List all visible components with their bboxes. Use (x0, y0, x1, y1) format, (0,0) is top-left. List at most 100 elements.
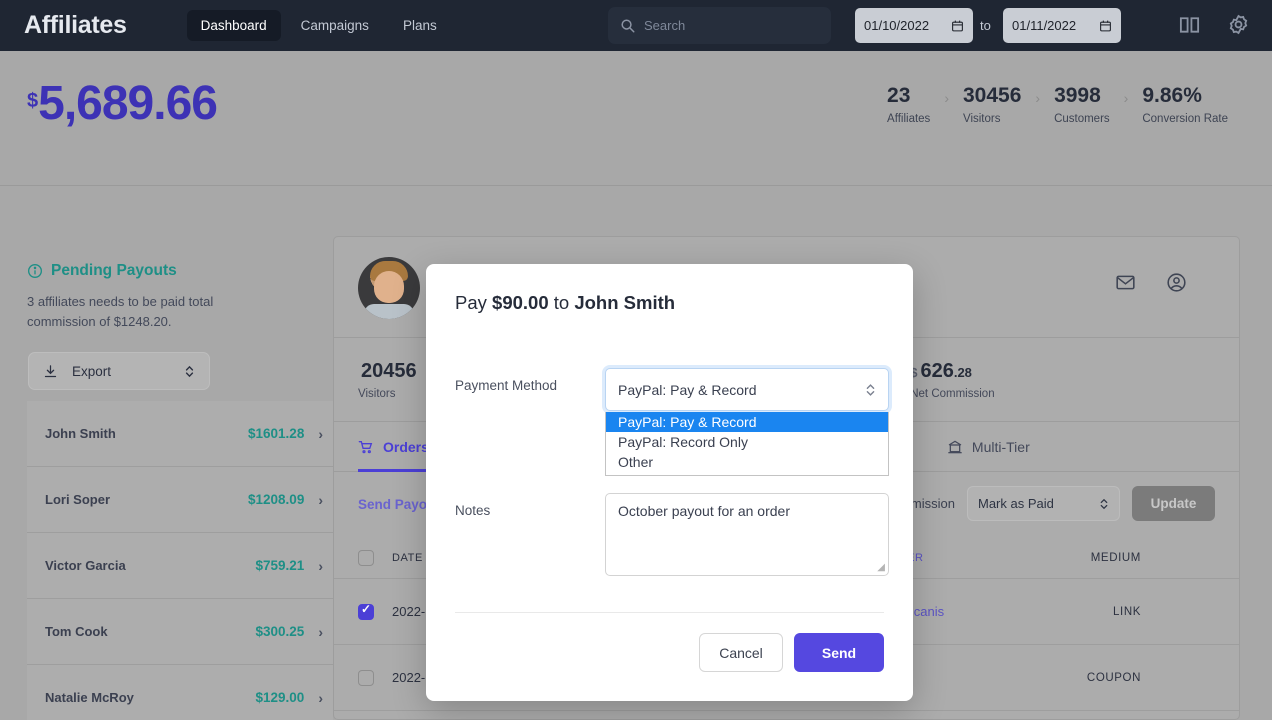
chevron-right-icon: › (318, 623, 323, 640)
mail-icon[interactable] (1115, 272, 1136, 293)
stat-net-commission: $626.28 Net Commission (910, 360, 1020, 400)
kpi-customers: 3998 Customers (1040, 84, 1124, 125)
export-label: Export (72, 363, 112, 379)
chevron-updown-icon (865, 382, 876, 398)
mark-as-paid-value: Mark as Paid (978, 496, 1054, 511)
chevron-updown-icon (184, 364, 195, 379)
book-icon[interactable] (1178, 13, 1201, 36)
cart-icon (358, 439, 374, 455)
pending-payouts-label: Pending Payouts (51, 262, 177, 279)
list-item[interactable]: Tom Cook $300.25 › (27, 599, 333, 665)
list-item[interactable]: Lori Soper $1208.09 › (27, 467, 333, 533)
nav-link-plans[interactable]: Plans (389, 10, 451, 41)
option-paypal-record-only[interactable]: PayPal: Record Only (606, 432, 888, 452)
chevron-right-icon: › (318, 425, 323, 442)
modal-title-prefix: Pay (455, 292, 493, 313)
payment-method-select-wrapper: PayPal: Pay & Record PayPal: Pay & Recor… (605, 368, 889, 476)
download-icon (43, 364, 58, 379)
row-checkbox[interactable] (358, 602, 374, 620)
stat-value: $626.28 (910, 360, 994, 383)
calendar-icon (951, 19, 964, 33)
chevron-right-icon: › (318, 689, 323, 706)
payment-method-select[interactable]: PayPal: Pay & Record (605, 368, 889, 411)
cancel-button[interactable]: Cancel (699, 633, 783, 672)
avatar-face (374, 271, 404, 303)
bulk-actions: Commission Mark as Paid Update (883, 486, 1215, 521)
mark-as-paid-select[interactable]: Mark as Paid (967, 486, 1120, 521)
payout-amount: $1601.28 (248, 426, 305, 441)
calendar-icon (1099, 19, 1112, 33)
list-item[interactable]: John Smith $1601.28 › (27, 401, 333, 467)
payout-amount: $300.25 (255, 624, 305, 639)
option-paypal-pay-and-record[interactable]: PayPal: Pay & Record (606, 412, 888, 432)
export-button[interactable]: Export (28, 352, 210, 390)
stat-label: Net Commission (910, 387, 995, 400)
payout-name: Natalie McRoy (45, 690, 134, 705)
modal-title: Pay $90.00 to John Smith (455, 292, 675, 314)
kpi-value: 3998 (1054, 84, 1101, 107)
payout-list: John Smith $1601.28 › Lori Soper $1208.0… (27, 401, 333, 720)
summary-bar: $ 5,689.66 35.94% of Total Revenue 23 Af… (0, 51, 1272, 199)
tab-orders[interactable]: Orders (358, 422, 429, 472)
send-button[interactable]: Send (794, 633, 884, 672)
kpi-affiliates: 23 Affiliates (873, 84, 944, 125)
top-navigation-bar: Affiliates Dashboard Campaigns Plans Sea… (0, 0, 1272, 51)
modal-title-amount: $90.00 (492, 292, 549, 313)
kpi-value: 30456 (962, 84, 1022, 107)
nav-links: Dashboard Campaigns Plans (186, 10, 451, 41)
user-circle-icon[interactable] (1166, 272, 1187, 293)
pending-payouts-panel: Pending Payouts 3 affiliates needs to be… (0, 186, 333, 720)
cell-medium: COUPON (1086, 671, 1141, 684)
nav-icon-group (1178, 13, 1250, 36)
date-to-input[interactable]: 01/11/2022 (1003, 8, 1121, 43)
date-range-separator: to (980, 18, 991, 33)
stat-label: Visitors (358, 387, 396, 400)
search-placeholder: Search (644, 18, 686, 33)
kpi-value: 23 (887, 84, 911, 107)
tab-orders-label: Orders (383, 438, 429, 455)
payout-name: Victor Garcia (45, 558, 126, 573)
gear-icon[interactable] (1227, 13, 1250, 36)
payout-name: Lori Soper (45, 492, 111, 507)
total-commission-amount: $ 5,689.66 (27, 77, 218, 130)
chevron-right-icon: › (318, 491, 323, 508)
resize-handle-icon[interactable]: ◢ (877, 562, 885, 573)
stat-decimal: .28 (953, 364, 972, 380)
nav-link-dashboard[interactable]: Dashboard (186, 10, 281, 41)
kpi-label: Conversion Rate (1142, 113, 1228, 126)
stat-value: 20456 (358, 360, 417, 383)
date-to-value: 01/11/2022 (1012, 18, 1077, 33)
option-other[interactable]: Other (606, 452, 888, 472)
kpi-conversion-rate: 9.86% Conversion Rate (1128, 84, 1242, 125)
row-checkbox[interactable] (358, 669, 374, 686)
payment-method-value: PayPal: Pay & Record (618, 381, 757, 398)
card-header-icons (1115, 272, 1187, 293)
modal-footer-buttons: Cancel Send (699, 633, 884, 672)
column-header-medium: MEDIUM (1090, 551, 1141, 564)
notes-field: Notes October payout for an order ◢ (455, 493, 889, 576)
update-button[interactable]: Update (1132, 486, 1215, 521)
date-from-input[interactable]: 01/10/2022 (855, 8, 973, 43)
currency-symbol: $ (27, 90, 39, 112)
avatar (358, 257, 420, 319)
kpi-group: 23 Affiliates › 30456 Visitors › 3998 Cu… (873, 84, 1242, 125)
amount-value: 5,689.66 (38, 77, 218, 130)
list-item[interactable]: Natalie McRoy $129.00 › (27, 665, 333, 720)
notes-textarea[interactable]: October payout for an order ◢ (605, 493, 889, 576)
chevron-right-icon: › (318, 557, 323, 574)
modal-title-name: John Smith (574, 292, 676, 313)
nav-link-campaigns[interactable]: Campaigns (287, 10, 383, 41)
select-all-checkbox[interactable] (358, 549, 374, 566)
search-input[interactable]: Search (608, 7, 831, 44)
payout-name: John Smith (45, 426, 116, 441)
stat-number: 626 (920, 359, 954, 382)
payment-method-field: Payment Method PayPal: Pay & Record PayP… (455, 368, 889, 476)
chevron-updown-icon (1099, 497, 1109, 511)
tab-multi-tier[interactable]: Multi-Tier (947, 422, 1030, 472)
list-item[interactable]: Victor Garcia $759.21 › (27, 533, 333, 599)
tier-icon (947, 439, 963, 455)
payment-method-options-list: PayPal: Pay & Record PayPal: Record Only… (605, 412, 889, 476)
cell-medium: LINK (1113, 605, 1141, 618)
payout-amount: $1208.09 (248, 492, 305, 507)
pending-payouts-description: 3 affiliates needs to be paid total comm… (27, 294, 214, 330)
